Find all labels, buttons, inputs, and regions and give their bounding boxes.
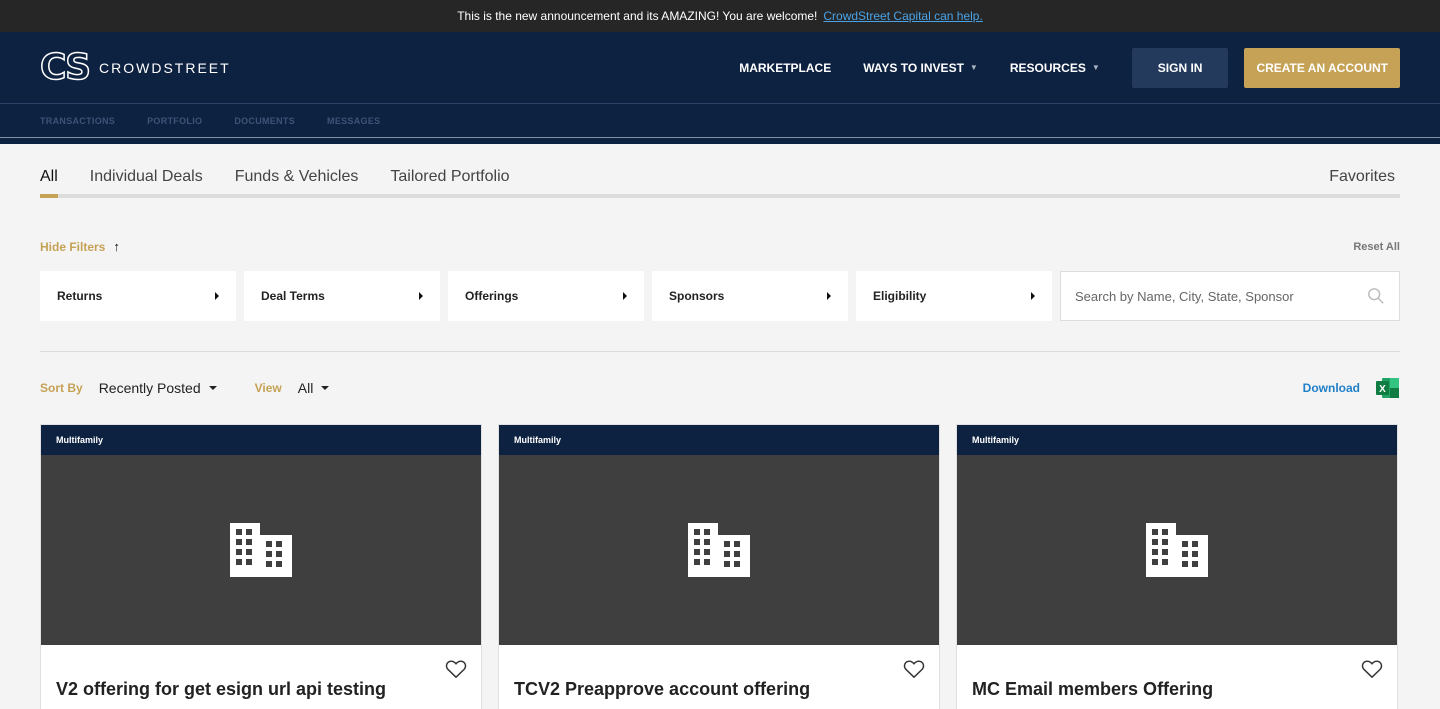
search-icon[interactable] <box>1367 287 1385 305</box>
caret-right-icon <box>215 292 219 300</box>
main-nav: MARKETPLACE WAYS TO INVEST ▼ RESOURCES ▼… <box>739 47 1400 88</box>
excel-icon[interactable]: X <box>1376 377 1400 399</box>
logo-text: CROWDSTREET <box>99 59 231 76</box>
create-account-button[interactable]: CREATE AN ACCOUNT <box>1244 47 1400 88</box>
card-category: Multifamily <box>499 425 939 455</box>
subnav-portfolio[interactable]: PORTFOLIO <box>147 116 202 126</box>
building-icon <box>230 523 292 577</box>
subnav-messages[interactable]: MESSAGES <box>327 116 380 126</box>
filter-label: Eligibility <box>873 289 927 303</box>
card-body: MC Email members Offering <box>957 645 1397 709</box>
sub-nav: TRANSACTIONS PORTFOLIO DOCUMENTS MESSAGE… <box>0 104 1440 144</box>
heart-icon[interactable] <box>445 659 467 679</box>
announcement-text: This is the new announcement and its AMA… <box>457 9 818 23</box>
card-category: Multifamily <box>41 425 481 455</box>
subnav-documents[interactable]: DOCUMENTS <box>234 116 295 126</box>
download-link[interactable]: Download <box>1303 381 1360 395</box>
heart-icon[interactable] <box>903 659 925 679</box>
sort-row: Sort By Recently Posted View All Downloa… <box>40 378 1400 398</box>
announcement-bar: This is the new announcement and its AMA… <box>0 0 1440 32</box>
nav-resources[interactable]: RESOURCES ▼ <box>1010 61 1100 75</box>
caret-down-icon[interactable] <box>321 386 330 390</box>
hide-filters-button[interactable]: Hide Filters ↑ <box>40 239 120 254</box>
filter-label: Sponsors <box>669 289 725 303</box>
site-header: CS CROWDSTREET MARKETPLACE WAYS TO INVES… <box>0 32 1440 104</box>
logo[interactable]: CS CROWDSTREET <box>39 46 231 88</box>
filter-label: Offerings <box>465 289 519 303</box>
heart-icon[interactable] <box>1361 659 1383 679</box>
arrow-up-icon: ↑ <box>113 239 120 254</box>
offering-card[interactable]: Multifamily V2 offering for get esign ur… <box>40 424 482 709</box>
nav-ways-to-invest[interactable]: WAYS TO INVEST ▼ <box>863 61 978 75</box>
hide-filters-label: Hide Filters <box>40 239 106 254</box>
offering-cards: Multifamily V2 offering for get esign ur… <box>40 424 1398 709</box>
nav-label: WAYS TO INVEST <box>863 60 964 75</box>
tab-individual-deals[interactable]: Individual Deals <box>90 168 203 194</box>
deal-tabs: All Individual Deals Funds & Vehicles Ta… <box>40 168 1400 198</box>
announcement-link[interactable]: CrowdStreet Capital can help. <box>823 9 982 23</box>
caret-right-icon <box>419 292 423 300</box>
caret-down-icon[interactable] <box>208 386 217 390</box>
chevron-down-icon: ▼ <box>1091 63 1100 72</box>
card-body: V2 offering for get esign url api testin… <box>41 645 481 709</box>
chevron-down-icon: ▼ <box>969 63 978 72</box>
search-box <box>1060 271 1400 321</box>
card-title[interactable]: TCV2 Preapprove account offering <box>514 679 810 700</box>
building-icon <box>688 523 750 577</box>
filter-sponsors[interactable]: Sponsors <box>652 271 848 321</box>
card-category: Multifamily <box>957 425 1397 455</box>
nav-label: MARKETPLACE <box>739 60 832 75</box>
sort-by-label: Sort By <box>40 381 83 395</box>
caret-right-icon <box>623 292 627 300</box>
tab-funds-vehicles[interactable]: Funds & Vehicles <box>235 168 359 194</box>
filter-returns[interactable]: Returns <box>40 271 236 321</box>
card-image[interactable] <box>957 455 1397 645</box>
offering-card[interactable]: Multifamily TCV2 Preapprove account offe… <box>498 424 940 709</box>
divider <box>40 351 1400 352</box>
subnav-transactions[interactable]: TRANSACTIONS <box>40 116 115 126</box>
logo-mark: CS <box>39 46 92 88</box>
filter-deal-terms[interactable]: Deal Terms <box>244 271 440 321</box>
card-title[interactable]: V2 offering for get esign url api testin… <box>56 679 386 700</box>
tab-all[interactable]: All <box>40 168 58 198</box>
caret-right-icon <box>1031 292 1035 300</box>
reset-all-button[interactable]: Reset All <box>1353 241 1400 253</box>
filter-dropdowns: Returns Deal Terms Offerings Sponsors El… <box>40 271 1052 321</box>
building-icon <box>1146 523 1208 577</box>
card-image[interactable] <box>41 455 481 645</box>
tab-favorites[interactable]: Favorites <box>1329 168 1395 194</box>
card-image[interactable] <box>499 455 939 645</box>
view-label: View <box>254 381 282 395</box>
excel-letter: X <box>1379 384 1386 395</box>
nav-marketplace[interactable]: MARKETPLACE <box>739 61 831 75</box>
sort-select[interactable]: Recently Posted <box>99 380 201 396</box>
caret-right-icon <box>827 292 831 300</box>
offering-card[interactable]: Multifamily MC Email members Offering <box>956 424 1398 709</box>
card-body: TCV2 Preapprove account offering <box>499 645 939 709</box>
view-select[interactable]: All <box>298 380 314 396</box>
filter-controls: Hide Filters ↑ Reset All <box>40 239 1400 254</box>
filter-label: Returns <box>57 289 103 303</box>
filter-eligibility[interactable]: Eligibility <box>856 271 1052 321</box>
card-title[interactable]: MC Email members Offering <box>972 679 1213 700</box>
filter-label: Deal Terms <box>261 289 325 303</box>
search-input[interactable] <box>1075 288 1367 304</box>
tab-tailored-portfolio[interactable]: Tailored Portfolio <box>390 168 509 194</box>
sign-in-button[interactable]: SIGN IN <box>1131 47 1229 88</box>
filter-offerings[interactable]: Offerings <box>448 271 644 321</box>
nav-label: RESOURCES <box>1009 60 1086 75</box>
